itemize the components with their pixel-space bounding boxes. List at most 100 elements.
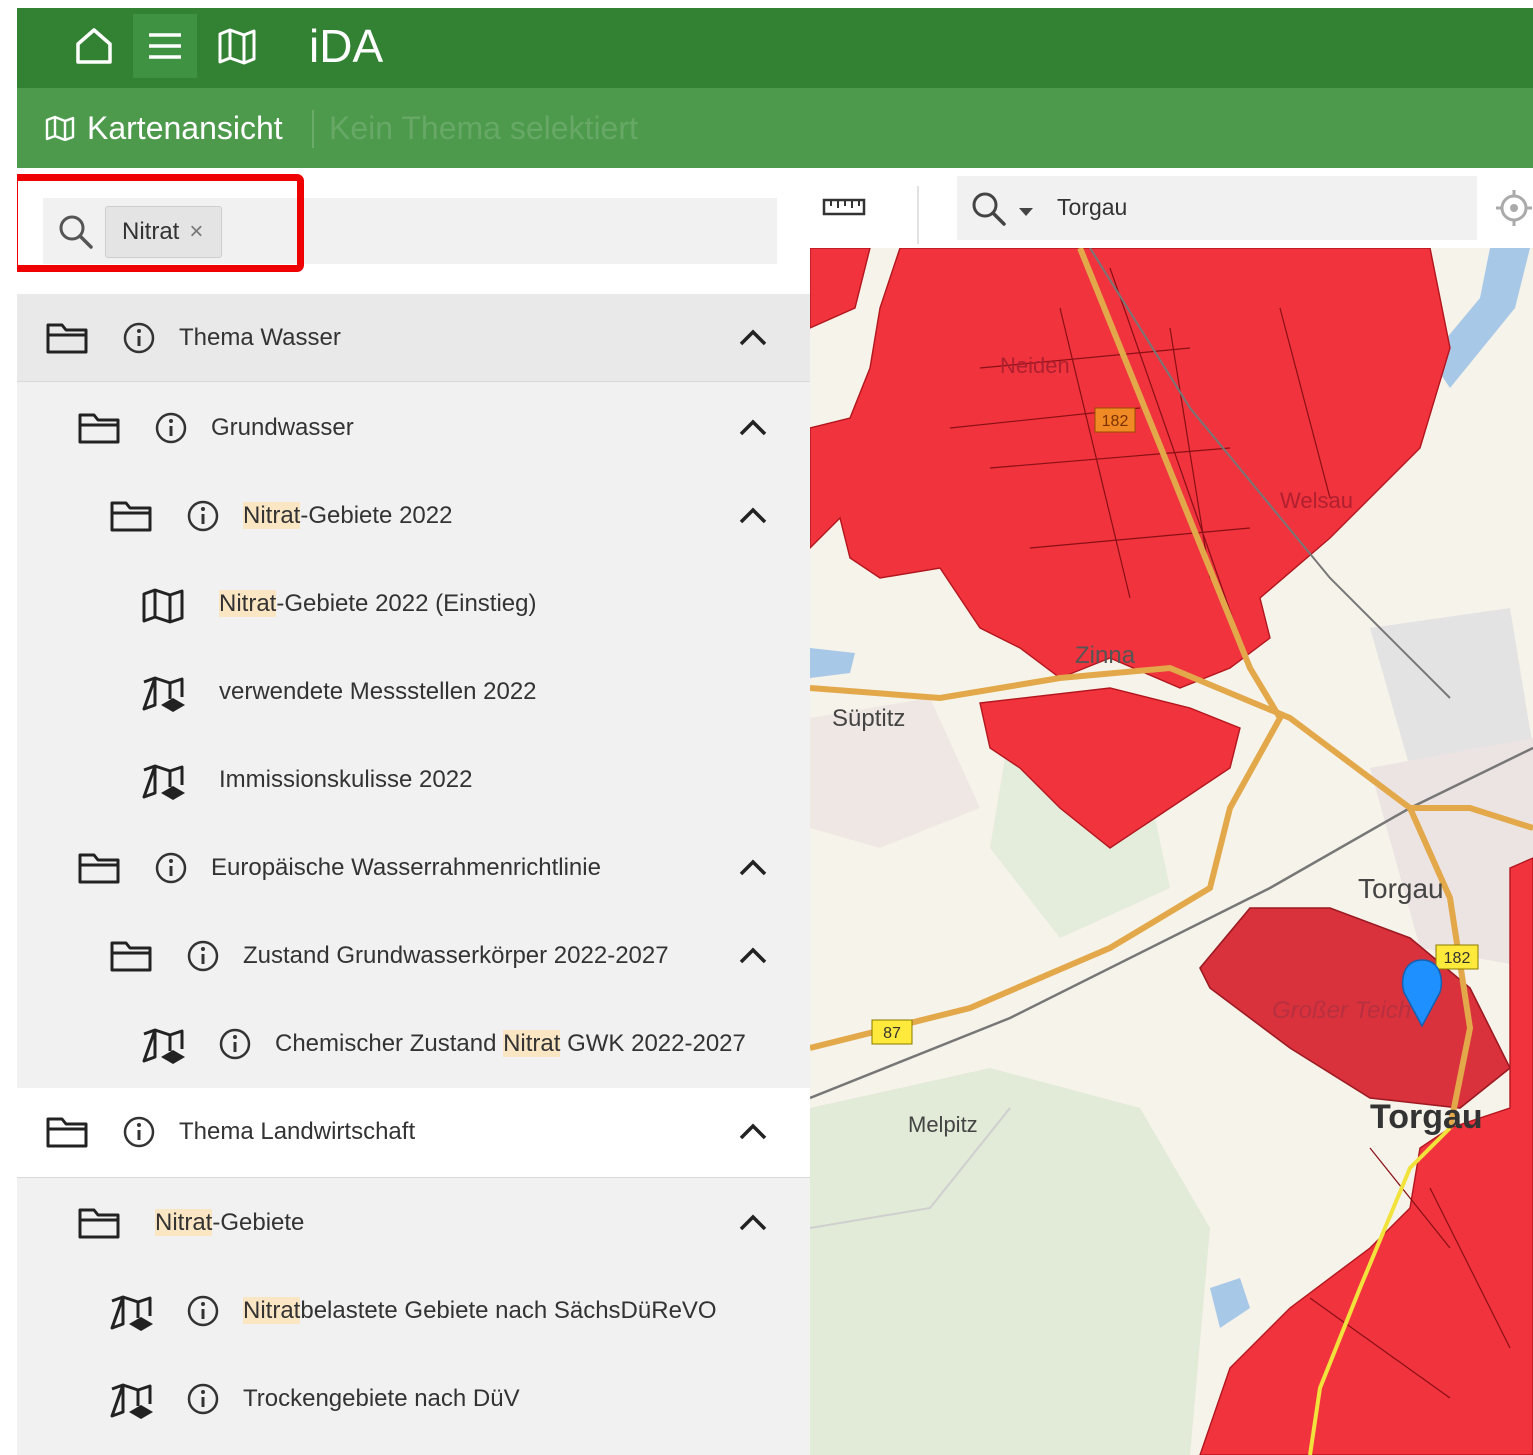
chevron-up-icon[interactable] <box>737 500 769 537</box>
menu-icon[interactable] <box>133 14 197 78</box>
place-label: Torgau <box>1370 1098 1483 1136</box>
place-label: Melpitz <box>908 1112 978 1137</box>
label-post: GWK 2022-2027 <box>560 1030 746 1057</box>
layer-item-messstellen[interactable]: verwendete Messstellen 2022 <box>17 648 810 736</box>
layer-label: verwendete Messstellen 2022 <box>219 678 537 705</box>
top-bar: iDA <box>17 8 1533 88</box>
layer-item-nitrat-gebiete-einstieg[interactable]: Nitrat-Gebiete 2022 (Einstieg) <box>17 560 810 648</box>
sub-bar: Kartenansicht Kein Thema selektiert <box>17 88 1533 168</box>
layer-label: Chemischer Zustand Nitrat GWK 2022-2027 <box>275 1029 746 1059</box>
search-match: Nitrat <box>243 502 301 529</box>
search-match: Nitrat <box>503 1030 561 1057</box>
ruler-icon[interactable] <box>822 196 866 223</box>
map-search-value: Torgau <box>1057 194 1128 220</box>
map-canvas[interactable]: 182 182 87 Neiden Welsau Zinna Süptitz T… <box>810 248 1533 1455</box>
layer-label: Nitrat-Gebiete 2022 (Einstieg) <box>219 589 537 619</box>
tree-item-nitrat-gebiete-2022[interactable]: Nitrat-Gebiete 2022 <box>17 472 810 560</box>
folder-icon <box>77 411 121 450</box>
tree-item-label: Thema Landwirtschaft <box>179 1118 416 1145</box>
folder-icon <box>109 939 153 978</box>
caret-down-icon[interactable] <box>1017 204 1035 222</box>
info-icon[interactable] <box>218 1027 252 1066</box>
view-title: Kartenansicht <box>87 110 283 146</box>
layer-item-trockengebiete[interactable]: Trockengebiete nach DüV <box>17 1355 810 1443</box>
layer-search-area: Nitrat × <box>17 168 810 294</box>
info-icon[interactable] <box>154 851 188 890</box>
map-toolbar: Torgau <box>810 168 1533 248</box>
info-icon[interactable] <box>154 411 188 450</box>
locate-icon[interactable] <box>1494 188 1533 233</box>
tree-item-zustand-gwk[interactable]: Zustand Grundwasserkörper 2022-2027 <box>17 912 810 1000</box>
layer-sidebar: Nitrat × Thema Wasser Grundwasser Nitrat… <box>17 168 810 1455</box>
layer-item-nitratbelastete-gebiete[interactable]: Nitratbelastete Gebiete nach SächsDüReVO <box>17 1267 810 1355</box>
tree-item-label: Thema Wasser <box>179 324 341 351</box>
chevron-up-icon[interactable] <box>737 1116 769 1153</box>
folder-icon <box>77 851 121 890</box>
chevron-up-icon[interactable] <box>737 852 769 889</box>
tree-item-label: Nitrat-Gebiete <box>155 1208 304 1238</box>
layer-label: Trockengebiete nach DüV <box>243 1385 520 1412</box>
map-panel[interactable]: Torgau 182 182 87 Neiden Welsau Zinna Sü… <box>810 168 1533 1455</box>
place-label: Großer Teich <box>1272 997 1411 1024</box>
svg-text:182: 182 <box>1102 413 1129 430</box>
label-rest: belastete Gebiete nach SächsDüReVO <box>300 1297 717 1324</box>
toolbar-divider <box>917 186 919 244</box>
search-match: Nitrat <box>243 1297 301 1324</box>
layer-stack-icon <box>141 763 187 808</box>
place-label: Neiden <box>1000 353 1070 378</box>
info-icon[interactable] <box>122 321 156 360</box>
info-icon[interactable] <box>186 1294 220 1333</box>
map-layer-icon <box>141 587 185 630</box>
place-label: Zinna <box>1075 642 1136 669</box>
search-match: Nitrat <box>219 590 277 617</box>
tree-item-wrrl[interactable]: Europäische Wasserrahmenrichtlinie <box>17 824 810 912</box>
place-label: Torgau <box>1358 873 1444 904</box>
tree-item-label: Nitrat-Gebiete 2022 <box>243 501 452 531</box>
info-icon[interactable] <box>122 1115 156 1154</box>
svg-text:87: 87 <box>883 1025 901 1042</box>
label-pre: Chemischer Zustand <box>275 1030 504 1057</box>
chevron-up-icon[interactable] <box>737 322 769 359</box>
label-rest: -Gebiete 2022 (Einstieg) <box>276 590 537 617</box>
info-icon[interactable] <box>186 939 220 978</box>
map-view-icon <box>45 115 75 146</box>
map-search-input[interactable]: Torgau <box>957 176 1477 240</box>
layer-item-chemischer-zustand[interactable]: Chemischer Zustand Nitrat GWK 2022-2027 <box>17 1000 810 1088</box>
search-match: Nitrat <box>155 1209 213 1236</box>
folder-icon <box>77 1206 121 1245</box>
label-rest: -Gebiete 2022 <box>300 502 453 529</box>
tree-item-label: Grundwasser <box>211 414 354 441</box>
tree-item-label: Europäische Wasserrahmenrichtlinie <box>211 854 601 881</box>
place-label: Welsau <box>1280 488 1353 513</box>
theme-status: Kein Thema selektiert <box>329 110 638 146</box>
home-icon[interactable] <box>62 14 126 78</box>
road-shield-b182: 182 <box>1094 407 1136 433</box>
tree-item-label: Zustand Grundwasserkörper 2022-2027 <box>243 942 669 969</box>
layer-label: Nitratbelastete Gebiete nach SächsDüReVO <box>243 1296 717 1326</box>
info-icon[interactable] <box>186 1382 220 1421</box>
app-title: iDA <box>309 20 384 72</box>
tree-item-thema-wasser[interactable]: Thema Wasser <box>17 294 810 382</box>
layer-item-immissionskulisse[interactable]: Immissionskulisse 2022 <box>17 736 810 824</box>
folder-icon <box>45 1115 89 1154</box>
map-icon[interactable] <box>205 14 269 78</box>
label-rest: -Gebiete <box>212 1209 305 1236</box>
tree-item-nitrat-gebiete[interactable]: Nitrat-Gebiete <box>17 1179 810 1267</box>
road-shield-b87: 87 <box>871 1019 913 1045</box>
folder-icon <box>109 499 153 538</box>
subheader-divider <box>312 110 314 148</box>
info-icon[interactable] <box>186 499 220 538</box>
search-icon <box>971 191 1007 232</box>
place-label: Süptitz <box>832 705 905 732</box>
chevron-up-icon[interactable] <box>737 1207 769 1244</box>
layer-stack-icon <box>109 1382 155 1427</box>
layer-stack-icon <box>141 1027 187 1072</box>
layer-label: Immissionskulisse 2022 <box>219 766 473 793</box>
road-shield-b182: 182 <box>1435 944 1479 970</box>
layer-stack-icon <box>141 675 187 720</box>
chevron-up-icon[interactable] <box>737 412 769 449</box>
chevron-up-icon[interactable] <box>737 940 769 977</box>
tree-item-thema-landwirtschaft[interactable]: Thema Landwirtschaft <box>17 1088 810 1178</box>
forest-area <box>810 1068 1210 1455</box>
tree-item-grundwasser[interactable]: Grundwasser <box>17 384 810 472</box>
